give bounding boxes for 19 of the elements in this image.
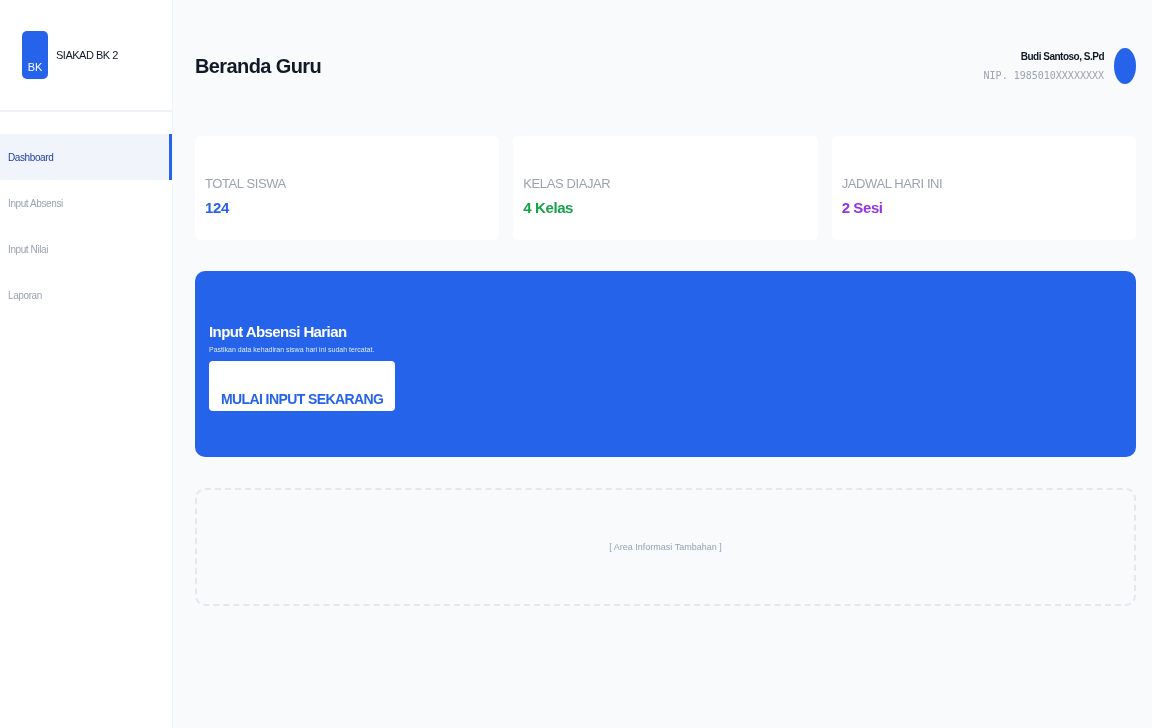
user-name: Budi Santoso, S.Pd <box>1020 51 1104 62</box>
app-name: SIAKAD BK 2 <box>56 49 118 61</box>
stat-value: 4 Kelas <box>523 199 575 216</box>
banner-title: Input Absensi Harian <box>209 323 347 340</box>
stat-value: 2 Sesi <box>841 199 884 216</box>
sidebar-item[interactable]: Input Absensi <box>0 180 172 226</box>
stat-label: KELAS DIAJAR <box>523 176 612 191</box>
stat-value: 124 <box>205 199 231 216</box>
stat-label: TOTAL SISWA <box>205 176 287 191</box>
page-title: Beranda Guru <box>195 54 322 78</box>
user-id: NIP. 1985010XXXXXXXX <box>983 70 1104 81</box>
stat-label: JADWAL HARI INI <box>841 176 944 191</box>
logo-badge: BK <box>22 31 48 79</box>
sidebar-item[interactable]: Laporan <box>0 272 172 318</box>
placeholder-text: [ Area Informasi Tambahan ] <box>609 542 722 552</box>
sidebar-item[interactable]: Dashboard <box>0 134 172 180</box>
sidebar-item[interactable]: Input Nilai <box>0 226 172 272</box>
start-input-button[interactable]: MULAI INPUT SEKARANG <box>209 361 396 411</box>
avatar-icon[interactable] <box>1114 48 1136 84</box>
